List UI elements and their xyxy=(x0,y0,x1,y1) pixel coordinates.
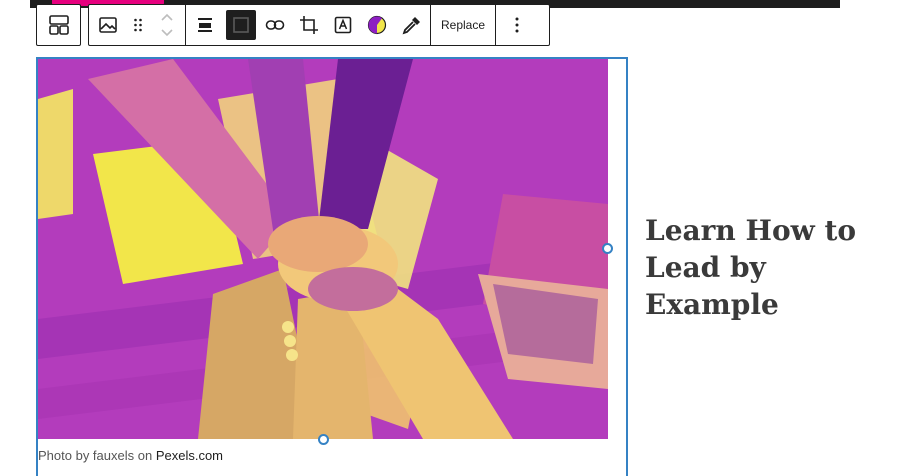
duotone-icon xyxy=(367,15,387,35)
block-type-button[interactable] xyxy=(39,5,79,45)
block-toolbar: Replace xyxy=(88,4,550,46)
duotone-button[interactable] xyxy=(360,5,394,45)
image-caption[interactable]: Photo by fauxels on Pexels.com xyxy=(38,448,223,463)
square-icon xyxy=(233,17,249,33)
resize-handle-right[interactable] xyxy=(602,243,613,254)
link-icon xyxy=(265,20,285,30)
caption-text: Photo by fauxels on xyxy=(38,448,156,463)
layout-grid-icon xyxy=(48,15,69,35)
crop-button[interactable] xyxy=(292,5,326,45)
block-switcher-group xyxy=(36,4,81,46)
eyedropper-button[interactable] xyxy=(394,5,430,45)
replace-button[interactable]: Replace xyxy=(431,5,495,45)
duotone-photo[interactable] xyxy=(38,59,608,439)
resize-handle-bottom[interactable] xyxy=(318,434,329,445)
drag-handle-icon xyxy=(134,18,142,32)
image-block[interactable]: Photo by fauxels on Pexels.com xyxy=(36,57,628,476)
replace-label: Replace xyxy=(440,18,486,32)
link-button[interactable] xyxy=(258,5,292,45)
more-options-button[interactable] xyxy=(496,5,538,45)
align-center-icon xyxy=(198,18,212,32)
crop-icon xyxy=(300,16,318,34)
full-width-button[interactable] xyxy=(226,10,256,40)
move-up-down-button[interactable] xyxy=(149,5,185,45)
vertical-dots-icon xyxy=(515,17,519,33)
chevron-updown-icon xyxy=(161,13,173,37)
photo-illustration xyxy=(38,59,608,439)
section-heading[interactable]: Learn How to Lead by Example xyxy=(645,212,865,323)
drag-handle[interactable] xyxy=(127,5,149,45)
text-overlay-button[interactable] xyxy=(326,5,360,45)
eyedropper-icon xyxy=(402,17,420,35)
caption-link[interactable]: Pexels.com xyxy=(156,448,223,463)
image-block-button[interactable] xyxy=(89,5,127,45)
align-button[interactable] xyxy=(186,5,224,45)
image-icon xyxy=(99,17,117,33)
text-box-icon xyxy=(334,16,352,34)
